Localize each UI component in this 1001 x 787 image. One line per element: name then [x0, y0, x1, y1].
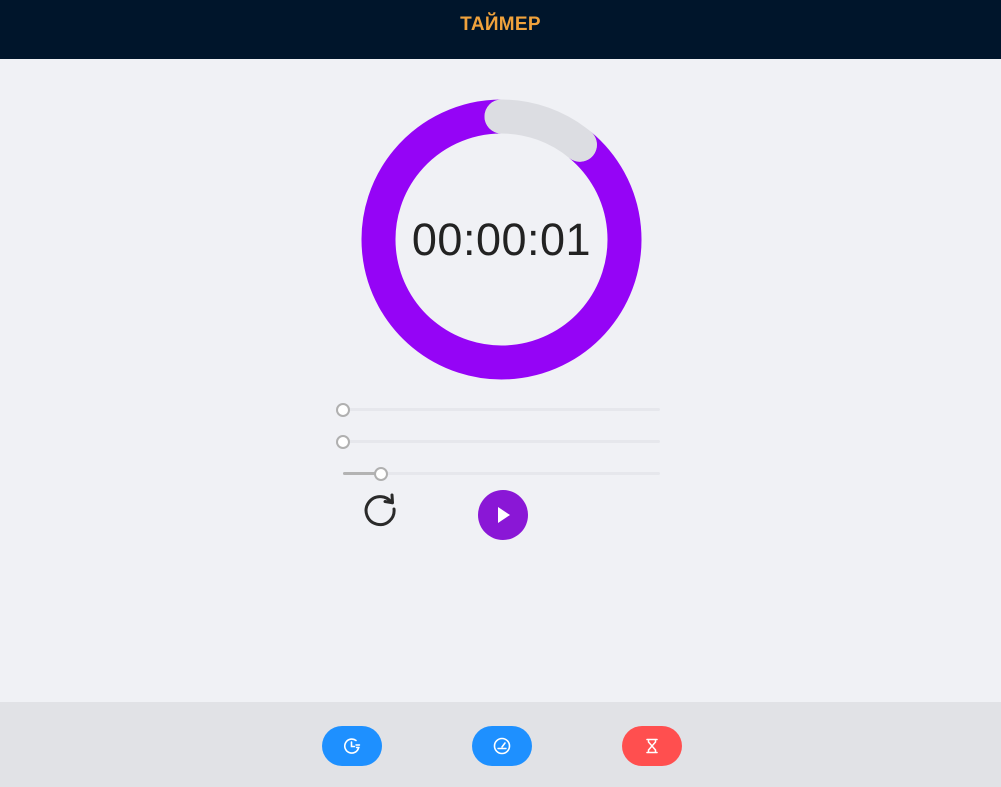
slider-track: [343, 408, 660, 411]
hours-slider[interactable]: [336, 403, 660, 417]
refresh-icon: [364, 493, 396, 527]
play-icon: [498, 507, 510, 523]
timer-view: 00:00:01: [0, 59, 1001, 702]
hourglass-icon: [646, 738, 658, 754]
speedometer-icon: [493, 737, 511, 755]
seconds-slider[interactable]: [336, 467, 660, 481]
slider-track: [343, 440, 660, 443]
minutes-slider[interactable]: [336, 435, 660, 449]
slider-track: [343, 472, 660, 475]
nav-stopwatch-button[interactable]: [472, 726, 532, 766]
slider-thumb[interactable]: [374, 467, 389, 481]
slider-thumb[interactable]: [336, 403, 350, 417]
nav-clock-button[interactable]: [322, 726, 382, 766]
nav-timer-button[interactable]: [622, 726, 682, 766]
reset-button[interactable]: [359, 488, 401, 530]
app-header: ТАЙМЕР: [0, 0, 1001, 59]
time-display: 00:00:01: [411, 213, 592, 265]
clock-icon: [344, 738, 361, 754]
play-button[interactable]: [478, 490, 528, 540]
timer-ring: 00:00:01: [361, 99, 642, 380]
bottom-nav: [0, 702, 1001, 787]
slider-thumb[interactable]: [336, 435, 350, 449]
page-title: ТАЙМЕР: [460, 13, 541, 35]
